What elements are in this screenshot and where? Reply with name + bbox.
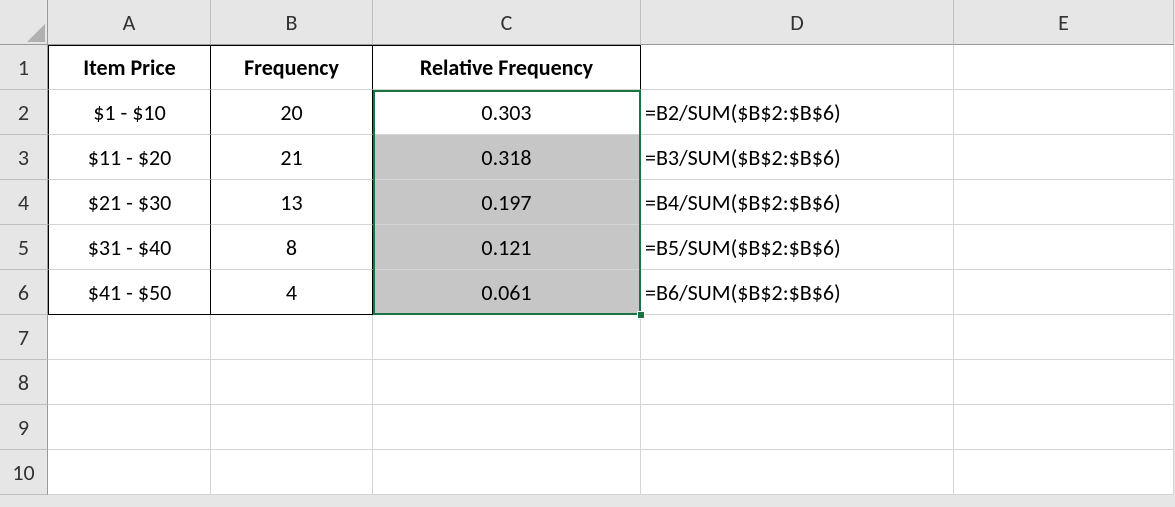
cell-E7[interactable] — [954, 315, 1174, 360]
cell-E5[interactable] — [954, 225, 1174, 270]
cell-B7[interactable] — [211, 315, 373, 360]
cell-D5[interactable]: =B5/SUM($B$2:$B$6) — [641, 225, 954, 270]
row-header-7[interactable]: 7 — [0, 315, 48, 360]
cell-B6[interactable]: 4 — [211, 270, 373, 315]
cell-C7[interactable] — [373, 315, 641, 360]
fill-handle[interactable] — [637, 311, 645, 319]
cell-E8[interactable] — [954, 360, 1174, 405]
cell-A1[interactable]: Item Price — [48, 45, 211, 90]
cell-A2[interactable]: $1 - $10 — [48, 90, 211, 135]
select-all-corner[interactable] — [0, 0, 48, 45]
cell-D1[interactable] — [641, 45, 954, 90]
cell-A10[interactable] — [48, 450, 211, 495]
row-header-5[interactable]: 5 — [0, 225, 48, 270]
cell-D7[interactable] — [641, 315, 954, 360]
col-header-C[interactable]: C — [373, 0, 641, 45]
cell-C9[interactable] — [373, 405, 641, 450]
cell-E6[interactable] — [954, 270, 1174, 315]
cell-A4[interactable]: $21 - $30 — [48, 180, 211, 225]
cell-A7[interactable] — [48, 315, 211, 360]
row-header-8[interactable]: 8 — [0, 360, 48, 405]
cell-E9[interactable] — [954, 405, 1174, 450]
cell-C10[interactable] — [373, 450, 641, 495]
cell-E2[interactable] — [954, 90, 1174, 135]
cell-E10[interactable] — [954, 450, 1174, 495]
cell-B1[interactable]: Frequency — [211, 45, 373, 90]
cell-A6[interactable]: $41 - $50 — [48, 270, 211, 315]
cell-C8[interactable] — [373, 360, 641, 405]
row-header-2[interactable]: 2 — [0, 90, 48, 135]
cell-E3[interactable] — [954, 135, 1174, 180]
col-header-B[interactable]: B — [211, 0, 373, 45]
cell-B8[interactable] — [211, 360, 373, 405]
cell-B10[interactable] — [211, 450, 373, 495]
cell-D8[interactable] — [641, 360, 954, 405]
row-header-1[interactable]: 1 — [0, 45, 48, 90]
cell-E1[interactable] — [954, 45, 1174, 90]
cell-B4[interactable]: 13 — [211, 180, 373, 225]
cell-C1[interactable]: Relative Frequency — [373, 45, 641, 90]
col-header-D[interactable]: D — [641, 0, 954, 45]
cell-D6[interactable]: =B6/SUM($B$2:$B$6) — [641, 270, 954, 315]
cell-A8[interactable] — [48, 360, 211, 405]
cell-D3[interactable]: =B3/SUM($B$2:$B$6) — [641, 135, 954, 180]
row-header-9[interactable]: 9 — [0, 405, 48, 450]
row-header-3[interactable]: 3 — [0, 135, 48, 180]
cell-B9[interactable] — [211, 405, 373, 450]
cell-B3[interactable]: 21 — [211, 135, 373, 180]
cell-A5[interactable]: $31 - $40 — [48, 225, 211, 270]
cell-C6[interactable]: 0.061 — [373, 270, 641, 315]
cell-C5[interactable]: 0.121 — [373, 225, 641, 270]
cell-C3[interactable]: 0.318 — [373, 135, 641, 180]
row-header-6[interactable]: 6 — [0, 270, 48, 315]
cell-A9[interactable] — [48, 405, 211, 450]
col-header-A[interactable]: A — [48, 0, 211, 45]
cell-D9[interactable] — [641, 405, 954, 450]
cell-B5[interactable]: 8 — [211, 225, 373, 270]
row-header-4[interactable]: 4 — [0, 180, 48, 225]
cell-A3[interactable]: $11 - $20 — [48, 135, 211, 180]
cell-D4[interactable]: =B4/SUM($B$2:$B$6) — [641, 180, 954, 225]
cell-C2[interactable]: 0.303 — [373, 90, 641, 135]
cell-D10[interactable] — [641, 450, 954, 495]
cell-E4[interactable] — [954, 180, 1174, 225]
col-header-E[interactable]: E — [954, 0, 1174, 45]
cell-B2[interactable]: 20 — [211, 90, 373, 135]
cell-D2[interactable]: =B2/SUM($B$2:$B$6) — [641, 90, 954, 135]
spreadsheet-grid[interactable]: A B C D E 1 Item Price Frequency Relativ… — [0, 0, 1174, 495]
cell-C4[interactable]: 0.197 — [373, 180, 641, 225]
row-header-10[interactable]: 10 — [0, 450, 48, 495]
